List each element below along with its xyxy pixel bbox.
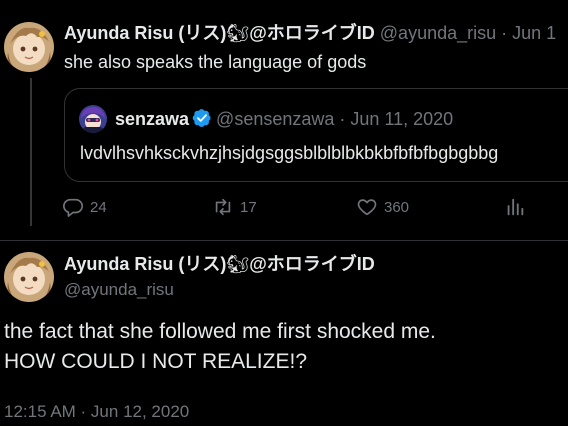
quoted-avatar-image (79, 105, 107, 133)
avatar-image (4, 252, 54, 302)
heart-icon (357, 199, 377, 216)
reply-count: 24 (90, 198, 107, 216)
main-author-name-suffix[interactable]: @ホロライブID (249, 254, 375, 274)
like-button[interactable]: 360 (356, 196, 409, 218)
separator-dot: · (501, 23, 508, 43)
main-tweet-line-2: HOW COULD I NOT REALIZE!? (4, 350, 307, 373)
thread-line (30, 78, 32, 226)
quoted-avatar (79, 105, 107, 133)
views-button[interactable] (504, 196, 532, 218)
quoted-text: lvdvlhsvhksckvhzjhsjdgsggsblblblbkbkbfbf… (80, 143, 499, 163)
reply-author-name-suffix[interactable]: @ホロライブID (249, 23, 375, 43)
avatar[interactable] (4, 252, 54, 302)
like-count: 360 (384, 198, 410, 216)
retweet-button[interactable]: 17 (212, 196, 257, 218)
main-author-name[interactable]: Ayunda Risu (リス) (64, 254, 226, 274)
separator-dot: · (339, 109, 346, 129)
analytics-icon (507, 198, 524, 216)
reply-button[interactable]: 24 (62, 196, 107, 218)
squirrel-icon: 🐿 (226, 23, 250, 43)
quoted-date[interactable]: Jun 11, 2020 (350, 109, 453, 129)
quoted-tweet-card[interactable]: senzawa @sensenzawa · Jun 11, 2020 lvdvlh… (64, 88, 568, 182)
main-author-row: Ayunda Risu (リス)🐿@ホロライブID (64, 253, 375, 275)
avatar[interactable] (4, 22, 54, 72)
main-tweet-text: the fact that she followed me first shoc… (4, 317, 436, 377)
reply-author-name[interactable]: Ayunda Risu (リス) (64, 23, 226, 43)
quoted-author-name[interactable]: senzawa (115, 109, 189, 129)
main-author-handle[interactable]: @ayunda_risu (64, 279, 174, 301)
retweet-count: 17 (240, 198, 257, 216)
reply-date[interactable]: Jun 1 (512, 23, 556, 43)
reply-icon (63, 198, 83, 217)
action-bar: 24 17 360 (62, 196, 542, 222)
squirrel-icon: 🐿 (226, 254, 250, 274)
reply-author-handle[interactable]: @ayunda_risu (380, 23, 496, 43)
tweet-divider (0, 240, 568, 241)
quoted-author-row: senzawa @sensenzawa · Jun 11, 2020 (115, 108, 453, 133)
main-tweet-line-1: the fact that she followed me first shoc… (4, 320, 436, 343)
retweet-icon (215, 198, 231, 216)
reply-author-row: Ayunda Risu (リス)🐿@ホロライブID @ayunda_risu ·… (64, 22, 556, 44)
main-tweet-timestamp[interactable]: 12:15 AM · Jun 12, 2020 (4, 401, 189, 423)
verified-badge-icon (192, 108, 212, 133)
reply-text: she also speaks the language of gods (64, 52, 367, 72)
avatar-image (4, 22, 54, 72)
quoted-author-handle[interactable]: @sensenzawa (216, 109, 334, 129)
